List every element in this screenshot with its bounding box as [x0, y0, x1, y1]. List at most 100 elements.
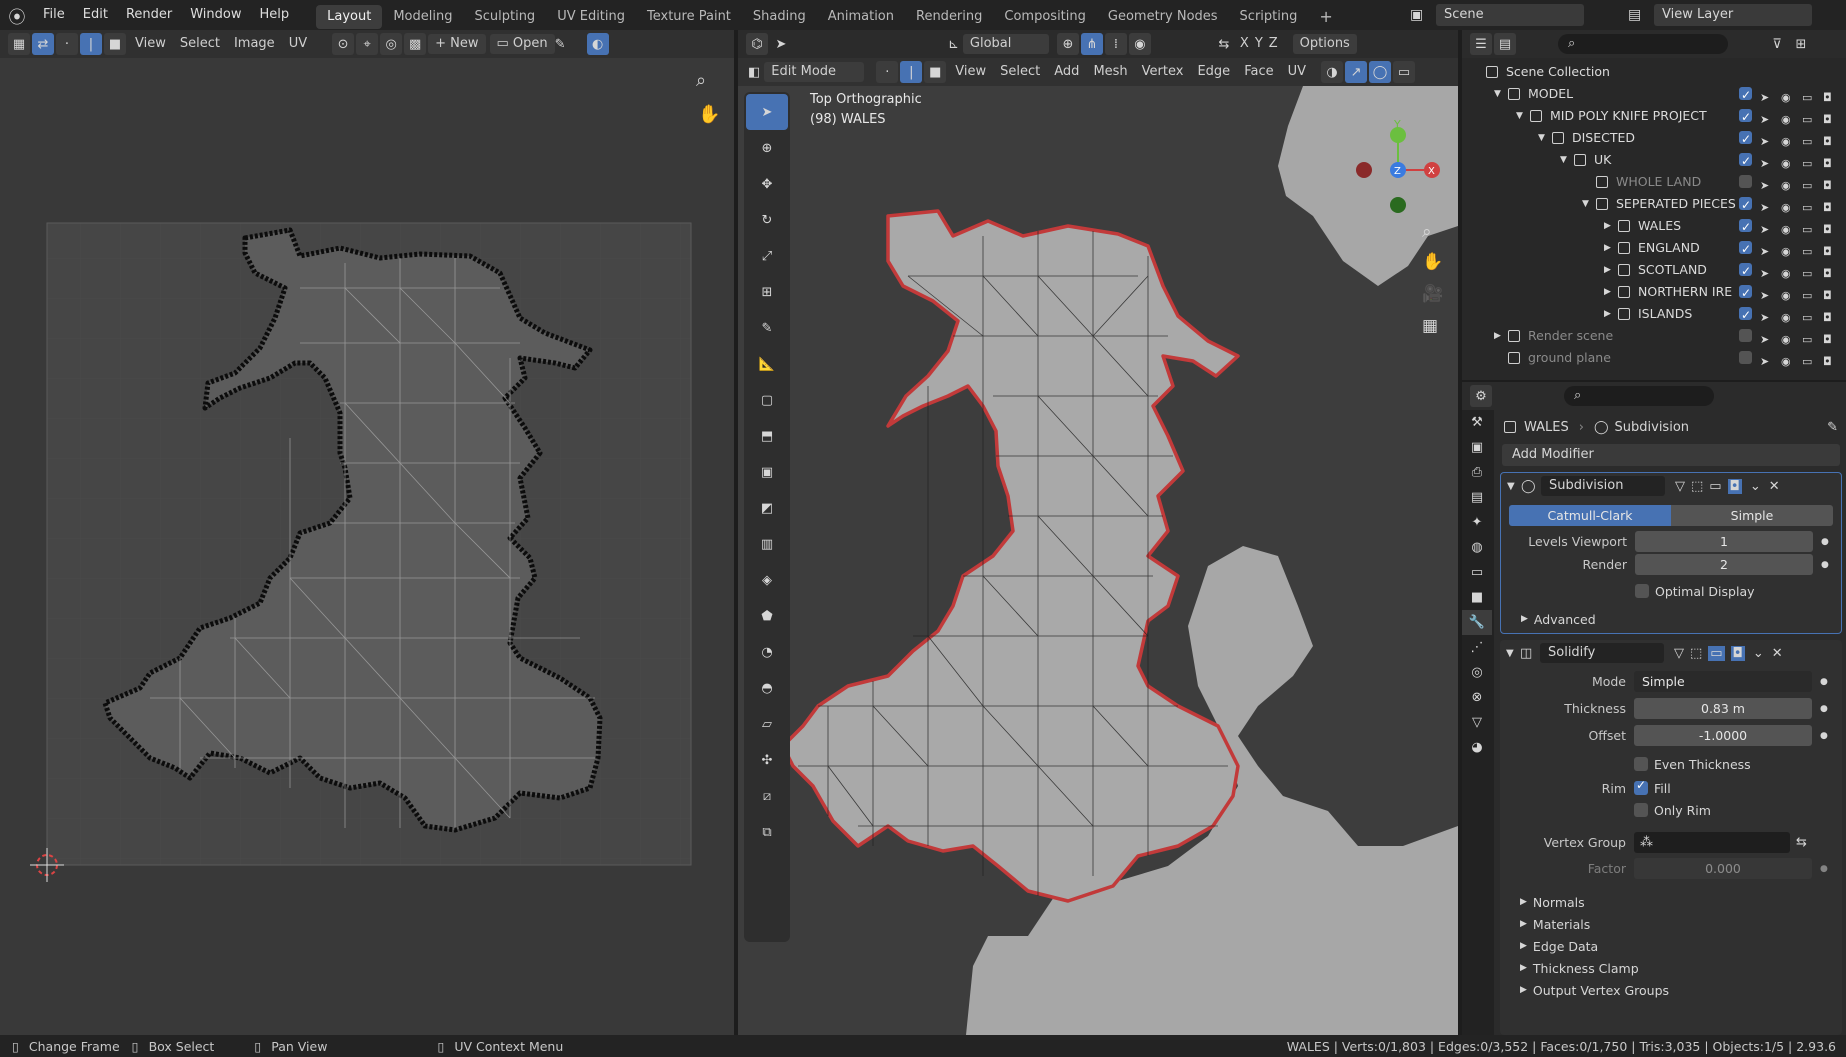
cursor-tool-icon[interactable]: ⊕ — [746, 130, 788, 166]
mode-dropdown[interactable]: Edit Mode — [764, 62, 865, 82]
editor-type-icon[interactable]: ▦ — [8, 33, 30, 55]
outliner-row[interactable]: ▶ ENGLAND ➤ ◉ ▭ ◘ — [1462, 237, 1846, 260]
new-collection-icon[interactable]: ⊞ — [1790, 33, 1812, 55]
shrink-fatten-tool-icon[interactable]: ✣ — [746, 742, 788, 778]
move-tool-icon[interactable]: ✥ — [746, 166, 788, 202]
workspace-tab-shading[interactable]: Shading — [742, 5, 817, 29]
rotate-tool-icon[interactable]: ↻ — [746, 202, 788, 238]
offset-field[interactable]: -1.0000 — [1634, 725, 1812, 746]
viewport-menu-select[interactable]: Select — [993, 62, 1047, 82]
render-camera-icon[interactable]: ◘ — [1823, 329, 1836, 346]
tree-chevron-icon[interactable]: ▼ — [1582, 193, 1589, 215]
exclude-checkbox[interactable] — [1739, 282, 1752, 304]
outliner-row[interactable]: ▶ NORTHERN IRE ➤ ◉ ▭ ◘ — [1462, 281, 1846, 304]
properties-search-input[interactable]: ⌕ — [1564, 386, 1714, 406]
tree-chevron-icon[interactable]: ▼ — [1516, 105, 1523, 127]
edge-mode-icon[interactable]: | — [900, 61, 923, 83]
viewport-monitor-icon[interactable]: ▭ — [1802, 109, 1815, 126]
subpanel-normals[interactable]: ▶ Normals — [1500, 891, 1842, 913]
edge-slide-tool-icon[interactable]: ▱ — [746, 706, 788, 742]
viewport-monitor-icon[interactable]: ▭ — [1802, 241, 1815, 258]
view-layer-name-field[interactable]: View Layer — [1654, 4, 1812, 26]
exclude-checkbox[interactable] — [1739, 216, 1752, 238]
viewport-monitor-icon[interactable]: ▭ — [1802, 219, 1815, 236]
vertex-select-icon[interactable]: · — [56, 33, 78, 55]
render-levels-field[interactable]: 2 — [1635, 554, 1813, 575]
viewport-monitor-icon[interactable]: ▭ — [1802, 307, 1815, 324]
outliner-editor-type-icon[interactable]: ☰ — [1470, 33, 1492, 55]
annotate-tool-icon[interactable]: ✎ — [746, 310, 788, 346]
render-toggle-icon[interactable]: ◘ — [1730, 645, 1745, 661]
navigation-gizmo[interactable]: Y X Z — [1353, 120, 1443, 220]
keyframe-dot-icon[interactable]: ● — [1821, 537, 1829, 547]
workspace-tab-modeling[interactable]: Modeling — [382, 5, 463, 29]
render-camera-icon[interactable]: ◘ — [1823, 153, 1836, 170]
select-arrow-icon[interactable]: ➤ — [1760, 241, 1773, 258]
levels-viewport-field[interactable]: 1 — [1635, 531, 1813, 552]
smooth-tool-icon[interactable]: ◓ — [746, 670, 788, 706]
spin-tool-icon[interactable]: ◔ — [746, 634, 788, 670]
transform-tool-icon[interactable]: ⊞ — [746, 274, 788, 310]
realtime-toggle-icon[interactable]: ▭ — [1708, 645, 1725, 661]
exclude-checkbox[interactable] — [1739, 329, 1752, 342]
visibility-eye-icon[interactable]: ◉ — [1781, 87, 1794, 104]
scene-selector[interactable]: ▣ Scene — [1410, 3, 1584, 27]
uv-menu-view[interactable]: View — [128, 34, 173, 54]
menu-render[interactable]: Render — [117, 0, 181, 30]
workspace-tab-uv-editing[interactable]: UV Editing — [546, 5, 636, 29]
remove-modifier-icon[interactable]: ✕ — [1769, 479, 1780, 494]
face-mode-icon[interactable]: ■ — [924, 61, 947, 83]
viewport-menu-edge[interactable]: Edge — [1190, 62, 1237, 82]
viewport-monitor-icon[interactable]: ▭ — [1802, 351, 1815, 368]
thickness-field[interactable]: 0.83 m — [1634, 698, 1812, 719]
uv-menu-uv[interactable]: UV — [282, 34, 314, 54]
uv-canvas[interactable] — [0, 58, 734, 1035]
material-tab-icon[interactable]: ◕ — [1462, 735, 1492, 760]
menu-window[interactable]: Window — [181, 0, 250, 30]
render-camera-icon[interactable]: ◘ — [1823, 197, 1836, 214]
view-layer-tab-icon[interactable]: ▤ — [1462, 485, 1492, 510]
object-tab-icon[interactable]: ■ — [1462, 585, 1492, 610]
rip-tool-icon[interactable]: ⧉ — [746, 814, 788, 850]
tree-chevron-icon[interactable]: ▶ — [1604, 259, 1611, 281]
edit-mode-toggle-icon[interactable]: ▽ — [1674, 646, 1684, 661]
subpanel-edge-data[interactable]: ▶ Edge Data — [1500, 935, 1842, 957]
visibility-eye-icon[interactable]: ◉ — [1781, 153, 1794, 170]
tree-chevron-icon[interactable]: ▶ — [1494, 325, 1501, 347]
render-camera-icon[interactable]: ◘ — [1823, 87, 1836, 104]
viewport-menu-view[interactable]: View — [948, 62, 993, 82]
exclude-checkbox[interactable] — [1739, 351, 1752, 364]
bevel-tool-icon[interactable]: ◩ — [746, 490, 788, 526]
new-image-button[interactable]: + New — [428, 34, 486, 54]
outliner-row[interactable]: ▶ WALES ➤ ◉ ▭ ◘ — [1462, 215, 1846, 238]
viewport-menu-mesh[interactable]: Mesh — [1086, 62, 1134, 82]
viewport-zoom-icon[interactable]: ⌕ — [1422, 222, 1432, 242]
options-dropdown[interactable]: Options — [1292, 34, 1357, 54]
transform-orientation-dropdown[interactable]: Global — [962, 34, 1049, 54]
collapse-chevron-icon[interactable]: ▼ — [1507, 481, 1521, 492]
exclude-checkbox[interactable] — [1739, 106, 1752, 128]
visibility-eye-icon[interactable]: ◉ — [1781, 131, 1794, 148]
simple-option[interactable]: Simple — [1671, 505, 1833, 526]
render-properties-tab-icon[interactable]: ▣ — [1462, 435, 1492, 460]
factor-field[interactable]: 0.000 — [1634, 858, 1812, 879]
gizmo-neg-y-icon[interactable] — [1390, 197, 1406, 213]
display-mode-icon[interactable]: ▤ — [1494, 33, 1516, 55]
particles-tab-icon[interactable]: ⋰ — [1462, 635, 1492, 660]
keyframe-dot-icon[interactable]: ● — [1820, 704, 1828, 714]
subpanel-thickness-clamp[interactable]: ▶ Thickness Clamp — [1500, 957, 1842, 979]
constraints-tab-icon[interactable]: ⊗ — [1462, 685, 1492, 710]
tree-chevron-icon[interactable]: ▼ — [1538, 127, 1545, 149]
exclude-checkbox[interactable] — [1739, 238, 1752, 260]
pivot-icon[interactable]: ⊙ — [332, 33, 355, 55]
outliner-row[interactable]: ▼ UK ➤ ◉ ▭ ◘ — [1462, 149, 1846, 172]
menu-file[interactable]: File — [34, 0, 74, 30]
vertex-group-field[interactable]: ⁂ — [1634, 832, 1790, 853]
gizmo-neg-x-icon[interactable] — [1356, 162, 1372, 178]
realtime-toggle-icon[interactable]: ▭ — [1709, 479, 1721, 494]
optimal-display-checkbox[interactable] — [1635, 584, 1649, 598]
only-rim-checkbox[interactable] — [1634, 803, 1648, 817]
workspace-tab-animation[interactable]: Animation — [817, 5, 905, 29]
workspace-tab-sculpting[interactable]: Sculpting — [463, 5, 546, 29]
world-tab-icon[interactable]: ◍ — [1462, 535, 1492, 560]
